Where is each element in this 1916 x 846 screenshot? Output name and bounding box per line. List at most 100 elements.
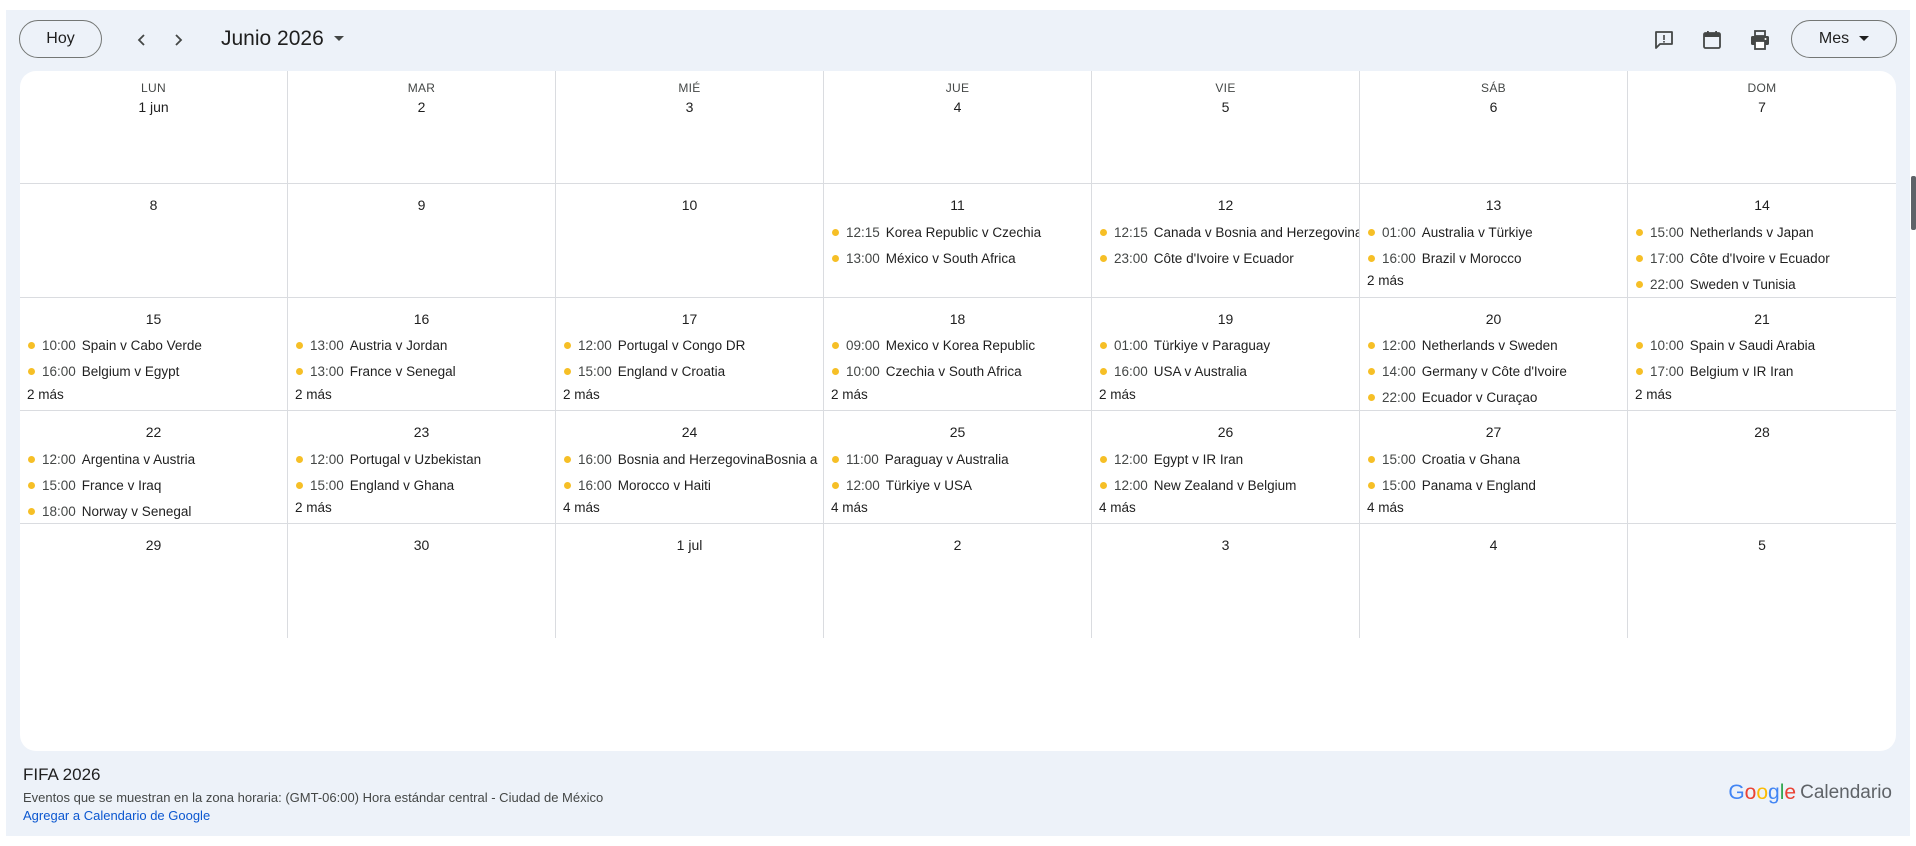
day-cell[interactable]: 16 13:00 Austria v Jordan 13:00 France v Sen… <box>288 297 556 411</box>
more-events-link[interactable]: 2 más <box>288 387 555 407</box>
day-cell[interactable]: DOM 7 <box>1628 71 1896 185</box>
day-cell[interactable]: 26 12:00 Egypt v IR Iran 12:00 New Zealand v… <box>1092 411 1360 525</box>
event-chip[interactable]: 13:00 France v Senegal <box>288 361 555 383</box>
day-cell[interactable]: 1 jul <box>556 524 824 638</box>
day-cell[interactable]: 23 12:00 Portugal v Uzbekistan 15:00 England… <box>288 411 556 525</box>
more-events-link[interactable]: 4 más <box>1360 500 1627 520</box>
event-chip[interactable]: 15:00 France v Iraq <box>20 474 287 496</box>
event-chip[interactable]: 12:00 Netherlands v Sweden <box>1360 335 1627 357</box>
day-number[interactable]: 17 <box>556 311 823 327</box>
day-cell[interactable]: 5 <box>1628 524 1896 637</box>
add-to-google-calendar-link[interactable]: Agregar a Calendario de Google <box>23 808 210 823</box>
day-number[interactable]: 4 <box>1360 537 1627 553</box>
event-chip[interactable]: 12:15 Canada v Bosnia and Herzegovina <box>1092 221 1359 243</box>
day-cell[interactable]: 12 12:15 Canada v Bosnia and Herzegovina 23… <box>1092 184 1360 298</box>
event-chip[interactable]: 01:00 Australia v Türkiye <box>1360 221 1627 243</box>
day-number[interactable]: 7 <box>1628 99 1896 115</box>
next-month-button[interactable] <box>162 24 194 56</box>
more-events-link[interactable]: 2 más <box>1360 273 1627 293</box>
day-number[interactable]: 19 <box>1092 311 1359 327</box>
day-number[interactable]: 21 <box>1628 311 1896 327</box>
day-cell[interactable]: 14 15:00 Netherlands v Japan 17:00 Côte d'Iv… <box>1628 184 1896 298</box>
day-number[interactable]: 2 <box>824 537 1091 553</box>
day-number[interactable]: 12 <box>1092 197 1359 213</box>
event-chip[interactable]: 22:00 Sweden v Tunisia <box>1628 273 1896 295</box>
event-chip[interactable]: 13:00 México v South Africa <box>824 247 1091 269</box>
day-cell[interactable]: JUE 4 <box>824 71 1092 185</box>
day-cell[interactable]: 25 11:00 Paraguay v Australia 12:00 Türkiye … <box>824 411 1092 525</box>
event-chip[interactable]: 15:00 England v Ghana <box>288 474 555 496</box>
day-number[interactable]: 6 <box>1360 99 1627 115</box>
day-cell[interactable]: 13 01:00 Australia v Türkiye 16:00 Brazil v … <box>1360 184 1628 298</box>
event-chip[interactable]: 12:00 Portugal v Congo DR <box>556 335 823 357</box>
more-events-link[interactable]: 2 más <box>1092 387 1359 407</box>
day-cell[interactable]: 28 <box>1628 411 1896 525</box>
day-cell[interactable]: 4 <box>1360 524 1628 638</box>
day-number[interactable]: 30 <box>288 537 555 553</box>
event-chip[interactable]: 13:00 Austria v Jordan <box>288 335 555 357</box>
month-picker[interactable]: Junio 2026 <box>221 25 344 53</box>
day-cell[interactable]: 21 10:00 Spain v Saudi Arabia 17:00 Belgium … <box>1628 298 1896 411</box>
more-events-link[interactable]: 2 más <box>288 500 555 520</box>
previous-month-button[interactable] <box>126 24 158 56</box>
event-chip[interactable]: 10:00 Spain v Saudi Arabia <box>1628 335 1896 357</box>
day-cell[interactable]: 22 12:00 Argentina v Austria 15:00 France v … <box>20 411 288 525</box>
day-number[interactable]: 23 <box>288 424 555 440</box>
day-cell[interactable]: 20 12:00 Netherlands v Sweden 14:00 Germany … <box>1360 297 1628 411</box>
event-chip[interactable]: 12:15 Korea Republic v Czechia <box>824 221 1091 243</box>
event-chip[interactable]: 23:00 Côte d'Ivoire v Ecuador <box>1092 247 1359 269</box>
day-number[interactable]: 5 <box>1092 99 1359 115</box>
day-cell[interactable]: VIE 5 <box>1092 71 1360 185</box>
day-cell[interactable]: 30 <box>288 524 556 638</box>
day-number[interactable]: 5 <box>1628 537 1896 553</box>
day-number[interactable]: 13 <box>1360 197 1627 213</box>
day-cell[interactable]: SÁB 6 <box>1360 71 1628 185</box>
day-number[interactable]: 22 <box>20 424 287 440</box>
more-events-link[interactable]: 2 más <box>556 387 823 407</box>
day-number[interactable]: 4 <box>824 99 1091 115</box>
event-chip[interactable]: 01:00 Türkiye v Paraguay <box>1092 335 1359 357</box>
event-chip[interactable]: 18:00 Norway v Senegal <box>20 500 287 522</box>
day-cell[interactable]: MAR 2 <box>288 71 556 185</box>
event-chip[interactable]: 16:00 Brazil v Morocco <box>1360 247 1627 269</box>
day-cell[interactable]: 29 <box>20 524 288 638</box>
event-chip[interactable]: 12:00 Argentina v Austria <box>20 448 287 470</box>
scrollbar-thumb[interactable] <box>1911 176 1916 230</box>
day-number[interactable]: 9 <box>288 197 555 213</box>
event-chip[interactable]: 16:00 Belgium v Egypt <box>20 361 287 383</box>
more-events-link[interactable]: 4 más <box>556 500 823 520</box>
more-events-link[interactable]: 4 más <box>824 500 1091 520</box>
event-chip[interactable]: 14:00 Germany v Côte d'Ivoire <box>1360 361 1627 383</box>
event-chip[interactable]: 17:00 Côte d'Ivoire v Ecuador <box>1628 247 1896 269</box>
event-chip[interactable]: 16:00 USA v Australia <box>1092 361 1359 383</box>
view-selector[interactable]: Mes <box>1791 20 1897 58</box>
day-cell[interactable]: 15 10:00 Spain v Cabo Verde 16:00 Belgium v … <box>20 297 288 411</box>
day-cell[interactable]: 11 12:15 Korea Republic v Czechia 13:00 Méxi… <box>824 184 1092 298</box>
day-cell[interactable]: MIÉ 3 <box>556 71 824 185</box>
day-number[interactable]: 18 <box>824 311 1091 327</box>
event-chip[interactable]: 12:00 Portugal v Uzbekistan <box>288 448 555 470</box>
day-cell[interactable]: LUN 1 jun <box>20 71 288 185</box>
day-number[interactable]: 29 <box>20 537 287 553</box>
day-number[interactable]: 16 <box>288 311 555 327</box>
more-events-link[interactable]: 2 más <box>824 387 1091 407</box>
day-number[interactable]: 2 <box>288 99 555 115</box>
event-chip[interactable]: 12:00 Türkiye v USA <box>824 474 1091 496</box>
event-chip[interactable]: 15:00 Netherlands v Japan <box>1628 221 1896 243</box>
more-events-link[interactable]: 2 más <box>20 387 287 407</box>
event-chip[interactable]: 10:00 Spain v Cabo Verde <box>20 335 287 357</box>
day-number[interactable]: 8 <box>20 197 287 213</box>
day-cell[interactable]: 2 <box>824 524 1092 638</box>
day-number[interactable]: 1 jul <box>556 537 823 553</box>
day-number[interactable]: 3 <box>556 99 823 115</box>
day-number[interactable]: 24 <box>556 424 823 440</box>
day-cell[interactable]: 24 16:00 Bosnia and HerzegovinaBosnia a 16:… <box>556 411 824 525</box>
event-chip[interactable]: 10:00 Czechia v South Africa <box>824 361 1091 383</box>
day-cell[interactable]: 27 15:00 Croatia v Ghana 15:00 Panama v Engl… <box>1360 411 1628 525</box>
event-chip[interactable]: 15:00 Croatia v Ghana <box>1360 448 1627 470</box>
day-cell[interactable]: 3 <box>1092 524 1360 638</box>
more-events-link[interactable]: 4 más <box>1092 500 1359 520</box>
event-chip[interactable]: 16:00 Bosnia and HerzegovinaBosnia a <box>556 448 823 470</box>
day-number[interactable]: 20 <box>1360 311 1627 327</box>
event-chip[interactable]: 15:00 England v Croatia <box>556 361 823 383</box>
